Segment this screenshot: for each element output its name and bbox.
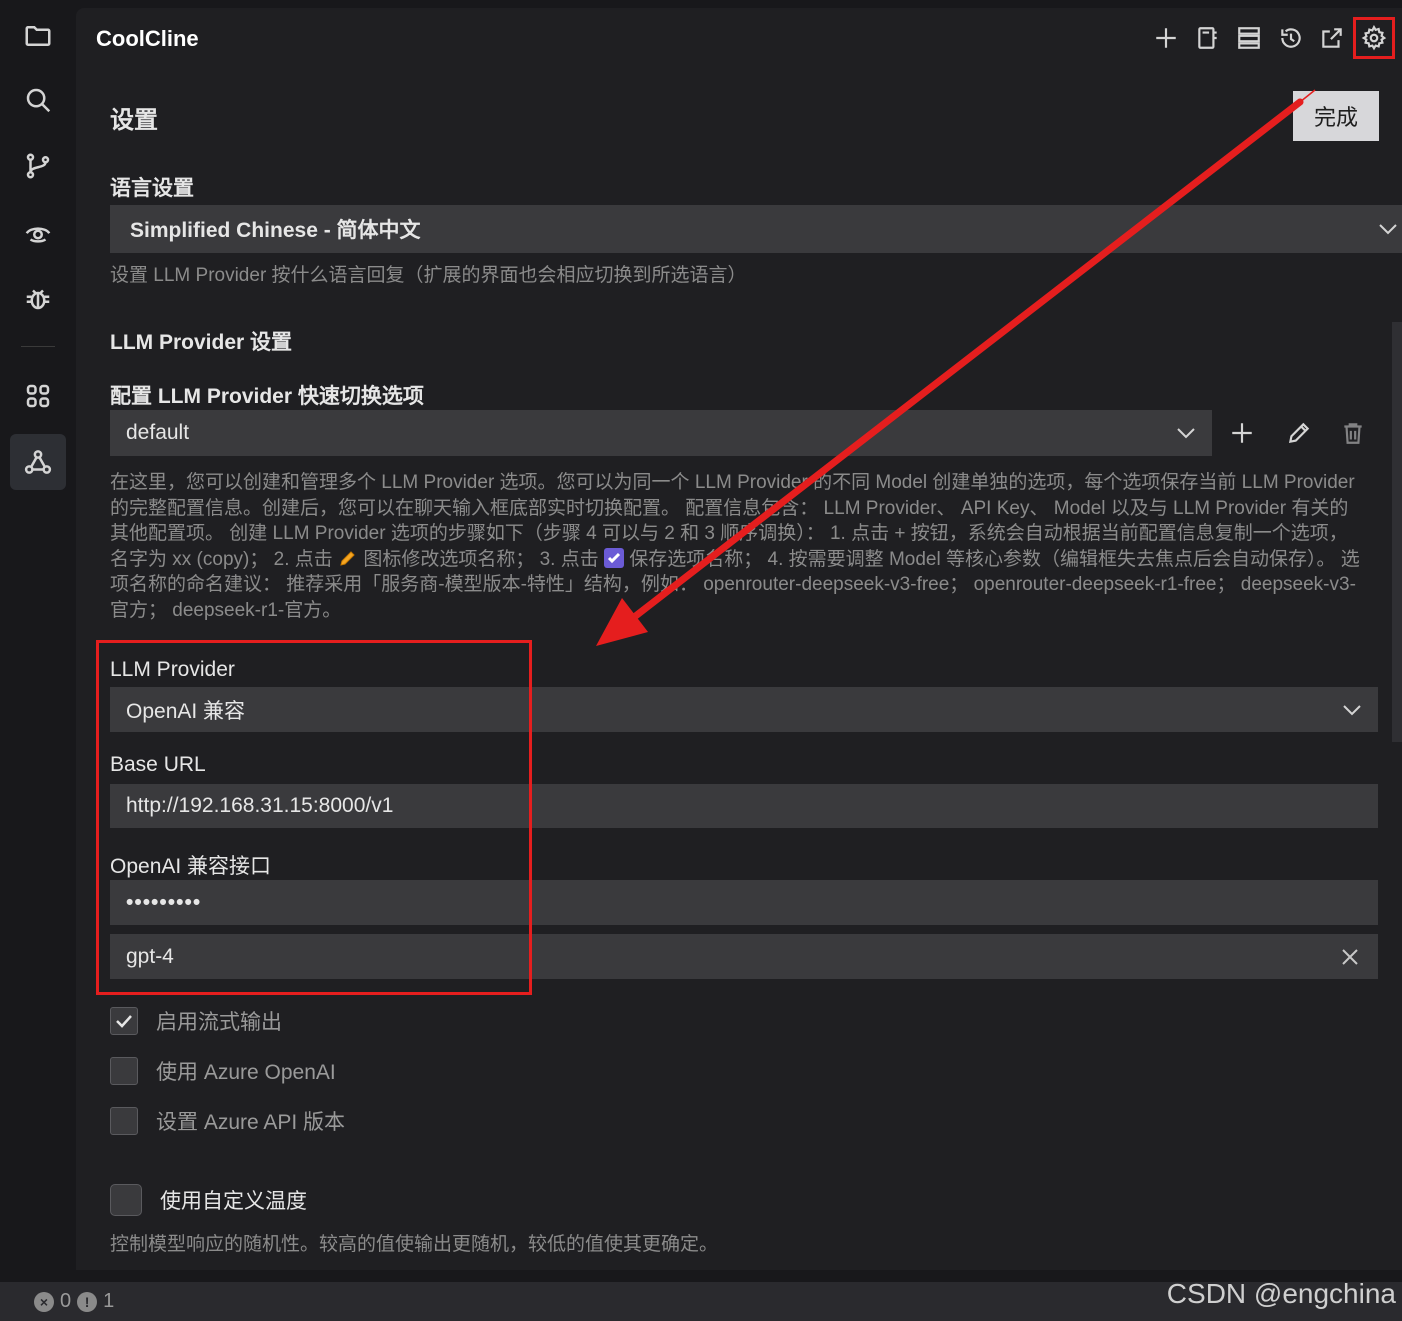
done-button[interactable]: 完成	[1293, 91, 1379, 141]
temperature-description: 控制模型响应的随机性。较高的值使输出更随机，较低的值使其更确定。	[110, 1234, 719, 1255]
chevron-down-icon	[1378, 223, 1398, 235]
error-count: 0	[60, 1290, 72, 1312]
profile-select-value: default	[126, 421, 190, 444]
base-url-input[interactable]: http://192.168.31.15:8000/v1	[110, 784, 1378, 828]
azure-version-checkbox[interactable]	[110, 1107, 138, 1135]
add-profile-plus-icon[interactable]	[1227, 418, 1257, 448]
chevron-down-icon	[1176, 427, 1196, 439]
azure-version-checkbox-row[interactable]: 设置 Azure API 版本	[110, 1106, 345, 1136]
search-icon[interactable]	[10, 72, 66, 128]
pencil-icon	[338, 548, 358, 568]
azure-checkbox-label: 使用 Azure OpenAI	[156, 1061, 336, 1084]
settings-panel: CoolCline 设置 完成 语言设置 Simplified Chinese …	[76, 8, 1402, 1270]
api-key-label: OpenAI 兼容接口	[110, 855, 272, 878]
profile-description: 在这里，您可以创建和管理多个 LLM Provider 选项。您可以为同一个 L…	[110, 470, 1365, 624]
bug-icon[interactable]	[10, 270, 66, 326]
streaming-checkbox-label: 启用流式输出	[156, 1011, 282, 1034]
llm-provider-select-value: OpenAI 兼容	[126, 699, 246, 723]
run-debug-icon[interactable]	[10, 204, 66, 260]
checkmark-icon	[604, 547, 624, 568]
explorer-icon[interactable]	[10, 8, 66, 64]
custom-temp-checkbox[interactable]	[110, 1184, 142, 1216]
gear-icon[interactable]	[1353, 17, 1395, 59]
edit-profile-pencil-icon[interactable]	[1284, 418, 1314, 448]
custom-temp-checkbox-row[interactable]: 使用自定义温度	[110, 1184, 307, 1216]
error-icon: ×	[34, 1291, 54, 1312]
coolcline-webhook-icon[interactable]	[10, 434, 66, 490]
llm-provider-select[interactable]: OpenAI 兼容	[110, 687, 1378, 732]
delete-profile-trash-icon[interactable]	[1338, 418, 1368, 448]
page-title: 设置	[110, 107, 158, 134]
activity-bar	[0, 0, 76, 1282]
language-description: 设置 LLM Provider 按什么语言回复（扩展的界面也会相应切换到所选语言…	[110, 265, 747, 286]
app-title: CoolCline	[96, 26, 199, 51]
problems-indicator[interactable]: × 0 ! 1	[34, 1290, 114, 1313]
chevron-down-icon	[1342, 704, 1362, 716]
language-section-label: 语言设置	[110, 177, 194, 200]
azure-checkbox[interactable]	[110, 1057, 138, 1085]
history-icon[interactable]	[1275, 22, 1307, 54]
extensions-icon[interactable]	[10, 368, 66, 424]
model-value: gpt-4	[126, 944, 174, 968]
profile-desc-part2: 图标修改选项名称； 3. 点击	[363, 548, 599, 570]
llm-provider-label: LLM Provider	[110, 658, 235, 681]
plus-icon[interactable]	[1150, 22, 1182, 54]
server-icon[interactable]	[1233, 22, 1265, 54]
azure-checkbox-row[interactable]: 使用 Azure OpenAI	[110, 1056, 336, 1086]
api-key-value: •••••••••	[126, 890, 202, 914]
base-url-value: http://192.168.31.15:8000/v1	[126, 794, 394, 817]
streaming-checkbox-row[interactable]: 启用流式输出	[110, 1006, 282, 1036]
azure-version-checkbox-label: 设置 Azure API 版本	[156, 1111, 346, 1134]
base-url-label: Base URL	[110, 753, 206, 776]
profile-select[interactable]: default	[110, 410, 1212, 456]
warning-count: 1	[103, 1290, 115, 1312]
profile-label: 配置 LLM Provider 快速切换选项	[110, 385, 424, 408]
clear-icon[interactable]	[1340, 947, 1360, 967]
open-external-icon[interactable]	[1316, 22, 1348, 54]
warning-icon: !	[77, 1291, 98, 1312]
activity-divider	[21, 346, 55, 347]
api-key-input[interactable]: •••••••••	[110, 880, 1378, 925]
source-control-icon[interactable]	[10, 138, 66, 194]
scrollbar-thumb[interactable]	[1392, 322, 1402, 742]
provider-section-label: LLM Provider 设置	[110, 331, 293, 354]
watermark: CSDN @engchina	[1166, 1278, 1396, 1309]
model-input[interactable]: gpt-4	[110, 934, 1378, 979]
streaming-checkbox[interactable]	[110, 1007, 138, 1035]
language-select[interactable]: Simplified Chinese - 简体中文	[110, 205, 1402, 253]
notebook-icon[interactable]	[1192, 22, 1224, 54]
language-select-value: Simplified Chinese - 简体中文	[130, 219, 421, 242]
custom-temp-checkbox-label: 使用自定义温度	[160, 1190, 307, 1213]
